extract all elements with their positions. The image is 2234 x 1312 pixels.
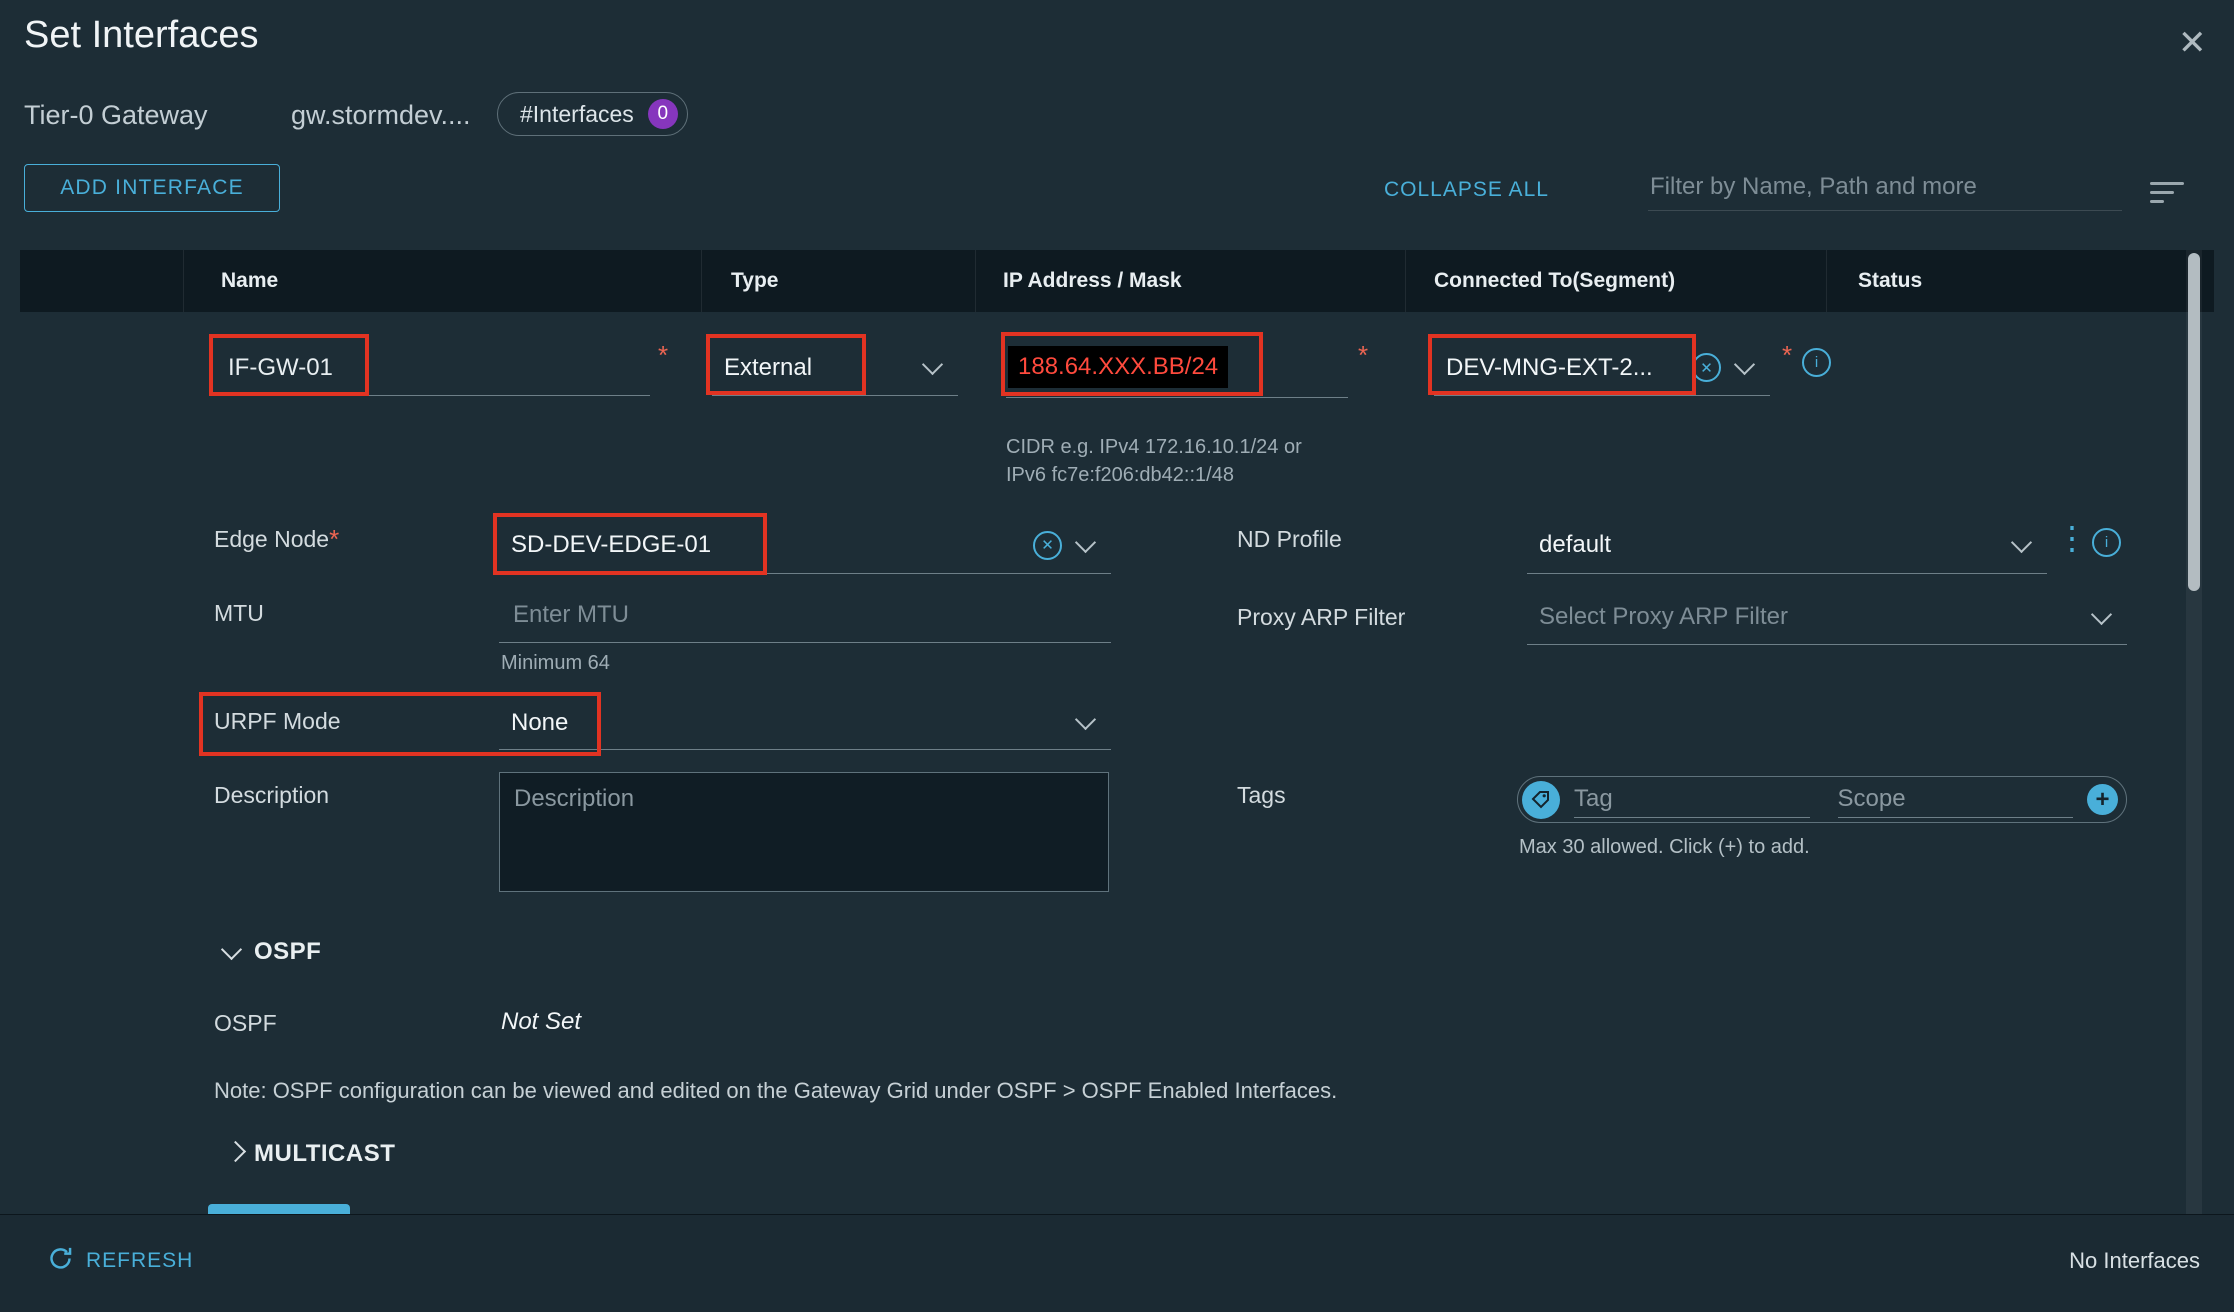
type-select[interactable]: External <box>712 340 958 396</box>
tag-icon <box>1522 781 1560 819</box>
column-header-name[interactable]: Name <box>221 269 278 293</box>
mtu-hint: Minimum 64 <box>501 652 610 675</box>
proxy-arp-label: Proxy ARP Filter <box>1237 604 1405 631</box>
tags-input-group[interactable]: Tag Scope + <box>1517 776 2127 823</box>
name-input[interactable] <box>226 353 640 383</box>
column-separator <box>975 250 976 312</box>
info-icon[interactable]: i <box>2092 528 2121 557</box>
ip-required-marker: * <box>1358 342 1368 368</box>
breadcrumb-gateway-type: Tier-0 Gateway <box>24 100 208 131</box>
column-header-type[interactable]: Type <box>731 269 778 293</box>
tags-label: Tags <box>1237 782 1286 809</box>
mtu-field[interactable] <box>499 588 1111 643</box>
kebab-menu-icon[interactable]: ⋮ <box>2056 522 2088 554</box>
multicast-section-header[interactable]: MULTICAST <box>254 1140 395 1168</box>
mtu-input[interactable] <box>511 600 1101 630</box>
scope-input[interactable]: Scope <box>1838 781 2074 818</box>
tag-input[interactable]: Tag <box>1574 781 1810 818</box>
description-textarea[interactable] <box>499 772 1109 892</box>
ospf-note: Note: OSPF configuration can be viewed a… <box>214 1078 1337 1104</box>
column-separator <box>1405 250 1406 312</box>
clear-icon[interactable]: ✕ <box>1033 531 1062 560</box>
chevron-down-icon[interactable] <box>2091 603 2112 624</box>
breadcrumb-gateway-name[interactable]: gw.stormdev.... <box>291 100 471 131</box>
set-interfaces-dialog: Set Interfaces ✕ Tier-0 Gateway gw.storm… <box>0 0 2234 1312</box>
column-header-ip[interactable]: IP Address / Mask <box>1003 269 1182 293</box>
ospf-value: Not Set <box>501 1008 581 1036</box>
ip-address-field[interactable]: 188.64.XXX.BB/24 <box>1006 336 1348 398</box>
column-header-connected[interactable]: Connected To(Segment) <box>1434 269 1675 293</box>
tags-hint: Max 30 allowed. Click (+) to add. <box>1519 836 1810 859</box>
refresh-icon[interactable] <box>47 1245 74 1277</box>
chevron-down-icon[interactable] <box>1075 531 1096 552</box>
description-label: Description <box>214 782 329 809</box>
filter-icon[interactable] <box>2150 176 2186 203</box>
urpf-mode-label: URPF Mode <box>214 708 341 735</box>
proxy-arp-placeholder: Select Proxy ARP Filter <box>1539 603 1788 631</box>
multicast-section-chevron-right-icon[interactable] <box>225 1141 246 1162</box>
edge-node-select[interactable]: SD-DEV-EDGE-01 ✕ <box>499 517 1111 574</box>
edge-node-label-wrap: Edge Node* <box>214 526 339 553</box>
chevron-down-icon[interactable] <box>1075 709 1096 730</box>
ospf-section-chevron-down-icon[interactable] <box>221 939 242 960</box>
interfaces-badge-pill[interactable]: #Interfaces 0 <box>497 92 688 136</box>
nd-profile-label: ND Profile <box>1237 526 1342 553</box>
clear-icon[interactable]: ✕ <box>1692 353 1721 382</box>
table-header: Name Type IP Address / Mask Connected To… <box>20 250 2214 312</box>
nd-profile-select[interactable]: default <box>1527 517 2047 574</box>
ospf-field-label: OSPF <box>214 1010 277 1037</box>
info-icon[interactable]: i <box>1802 348 1831 377</box>
edge-node-label: Edge Node <box>214 526 329 553</box>
edge-node-value: SD-DEV-EDGE-01 <box>511 531 711 559</box>
column-header-status[interactable]: Status <box>1858 269 1922 293</box>
mtu-label: MTU <box>214 600 264 627</box>
ip-hint-line2: IPv6 fc7e:f206:db42::1/48 <box>1006 464 1234 487</box>
edge-node-required-marker: * <box>329 526 339 553</box>
column-separator <box>701 250 702 312</box>
urpf-mode-select[interactable]: None <box>499 696 1111 750</box>
scrollbar-thumb[interactable] <box>2188 253 2200 591</box>
save-button-partial[interactable] <box>208 1204 350 1214</box>
nd-profile-value: default <box>1539 531 1611 559</box>
collapse-all-button[interactable]: COLLAPSE ALL <box>1384 178 1549 202</box>
connected-to-select[interactable]: DEV-MNG-EXT-2... ✕ <box>1434 340 1770 396</box>
interfaces-count-badge: 0 <box>648 99 678 129</box>
proxy-arp-select[interactable]: Select Proxy ARP Filter <box>1527 590 2127 645</box>
ip-address-value[interactable]: 188.64.XXX.BB/24 <box>1008 346 1228 388</box>
connected-required-marker: * <box>1782 342 1792 368</box>
chevron-down-icon[interactable] <box>1734 354 1755 375</box>
name-field[interactable] <box>214 340 650 396</box>
type-select-value: External <box>724 354 812 382</box>
add-interface-button[interactable]: ADD INTERFACE <box>24 164 280 212</box>
ospf-section-header[interactable]: OSPF <box>254 938 321 966</box>
filter-input[interactable] <box>1648 164 2122 211</box>
add-tag-button[interactable]: + <box>2087 784 2118 815</box>
scrollbar-track[interactable] <box>2186 250 2202 1214</box>
chevron-down-icon[interactable] <box>2011 531 2032 552</box>
urpf-mode-value: None <box>511 709 568 737</box>
footer-bar: REFRESH No Interfaces <box>0 1214 2234 1312</box>
connected-to-value: DEV-MNG-EXT-2... <box>1446 354 1653 382</box>
close-icon[interactable]: ✕ <box>2178 26 2207 60</box>
footer-status: No Interfaces <box>2069 1248 2200 1274</box>
column-separator <box>1826 250 1827 312</box>
refresh-button[interactable]: REFRESH <box>86 1249 193 1273</box>
name-required-marker: * <box>658 342 668 368</box>
page-title: Set Interfaces <box>24 14 258 57</box>
interfaces-badge-label: #Interfaces <box>520 101 634 128</box>
chevron-down-icon[interactable] <box>922 354 943 375</box>
column-separator <box>183 250 184 312</box>
ip-hint-line1: CIDR e.g. IPv4 172.16.10.1/24 or <box>1006 436 1302 459</box>
